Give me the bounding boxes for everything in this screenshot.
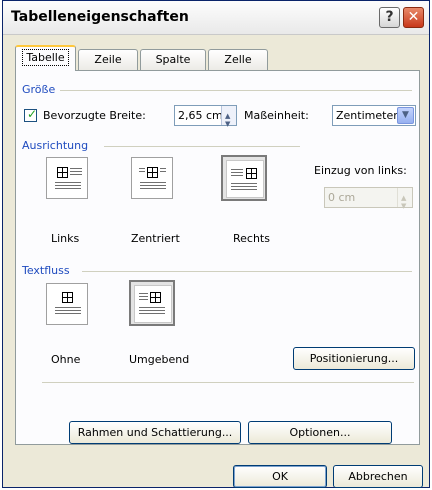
indent-input[interactable]: 0 cm ▲ ▼ bbox=[324, 187, 413, 210]
option-selected-frame bbox=[134, 285, 172, 323]
align-right-option[interactable] bbox=[221, 155, 267, 201]
text-line bbox=[231, 175, 243, 176]
text-line bbox=[55, 310, 81, 311]
table-icon bbox=[147, 167, 158, 178]
text-line bbox=[70, 174, 82, 175]
text-line bbox=[139, 171, 145, 172]
section-text-wrapping-label: Textfluss bbox=[22, 264, 70, 277]
preferred-width-input[interactable]: 2,65 cm ▲ ▼ bbox=[174, 105, 237, 128]
unit-value: Zentimeter bbox=[336, 109, 398, 122]
text-line bbox=[139, 296, 148, 297]
text-line bbox=[231, 183, 257, 184]
tab-label: Spalte bbox=[155, 53, 191, 66]
section-divider bbox=[104, 146, 300, 147]
tab-spalte[interactable]: Spalte bbox=[140, 49, 206, 70]
wrap-around-option[interactable] bbox=[129, 280, 175, 326]
text-line bbox=[139, 313, 165, 314]
text-line bbox=[231, 189, 257, 190]
align-left-option[interactable] bbox=[46, 157, 88, 199]
spin-down-icon: ▼ bbox=[401, 202, 407, 210]
text-line bbox=[70, 168, 82, 169]
text-line bbox=[139, 293, 148, 294]
text-line bbox=[231, 169, 243, 170]
spin-down-icon: ▼ bbox=[225, 120, 231, 128]
tab-label: Zelle bbox=[224, 53, 252, 66]
text-line bbox=[160, 168, 166, 169]
help-button[interactable]: ? bbox=[379, 7, 400, 28]
preferred-width-value: 2,65 cm bbox=[178, 109, 223, 122]
borders-shading-button[interactable]: Rahmen und Schattierung... bbox=[69, 421, 241, 444]
positioning-button[interactable]: Positionierung... bbox=[293, 347, 415, 370]
table-icon bbox=[57, 167, 68, 178]
text-line bbox=[139, 299, 148, 300]
text-line bbox=[70, 171, 82, 172]
dialog-window: Tabelleneigenschaften ? ✕ Tabelle Zeile … bbox=[2, 0, 430, 488]
text-line bbox=[55, 182, 81, 183]
preferred-width-checkbox[interactable]: ✓ bbox=[24, 107, 38, 122]
unit-label: Maßeinheit: bbox=[244, 109, 309, 122]
align-right-label: Rechts bbox=[233, 232, 270, 245]
window-title: Tabelleneigenschaften bbox=[11, 9, 189, 25]
option-selected-frame bbox=[226, 160, 264, 198]
width-spinner[interactable]: ▲ ▼ bbox=[221, 106, 236, 128]
table-icon bbox=[150, 292, 161, 303]
wrap-none-label: Ohne bbox=[51, 353, 81, 366]
section-divider bbox=[60, 90, 412, 91]
section-alignment-label: Ausrichtung bbox=[22, 139, 89, 152]
text-line bbox=[139, 310, 165, 311]
table-icon bbox=[62, 292, 73, 303]
text-line bbox=[55, 188, 81, 189]
text-line bbox=[140, 185, 166, 186]
text-line bbox=[55, 307, 81, 308]
text-line bbox=[231, 172, 243, 173]
title-bar[interactable]: Tabelleneigenschaften ? ✕ bbox=[3, 1, 429, 35]
section-divider bbox=[82, 271, 412, 272]
cancel-button[interactable]: Abbrechen bbox=[333, 465, 423, 488]
text-line bbox=[139, 168, 145, 169]
divider bbox=[42, 382, 414, 383]
chevron-down-icon[interactable]: ▼ bbox=[397, 107, 414, 124]
indent-value: 0 cm bbox=[328, 191, 356, 204]
options-button[interactable]: Optionen... bbox=[248, 421, 392, 444]
align-left-label: Links bbox=[51, 232, 80, 245]
tab-label: Tabelle bbox=[22, 49, 69, 66]
text-line bbox=[55, 185, 81, 186]
wrap-none-option[interactable] bbox=[46, 283, 88, 325]
text-line bbox=[140, 188, 166, 189]
indent-spinner[interactable]: ▲ ▼ bbox=[397, 188, 412, 210]
preferred-width-label: Bevorzugte Breite: bbox=[43, 109, 146, 122]
tab-panel: Größe ✓ Bevorzugte Breite: 2,65 cm ▲ ▼ Ma… bbox=[15, 70, 420, 445]
text-line bbox=[139, 307, 165, 308]
section-size-label: Größe bbox=[22, 83, 56, 96]
align-center-option[interactable] bbox=[131, 157, 173, 199]
ok-button[interactable]: OK bbox=[233, 465, 327, 488]
close-button[interactable]: ✕ bbox=[403, 7, 424, 28]
table-icon bbox=[246, 168, 257, 179]
unit-dropdown[interactable]: Zentimeter ▼ bbox=[332, 105, 416, 126]
align-center-label: Zentriert bbox=[131, 232, 180, 245]
wrap-around-label: Umgebend bbox=[129, 353, 190, 366]
text-line bbox=[160, 171, 166, 172]
text-line bbox=[140, 182, 166, 183]
check-mark-icon: ✓ bbox=[27, 107, 38, 121]
tab-tabelle[interactable]: Tabelle bbox=[15, 45, 76, 71]
tab-zeile[interactable]: Zeile bbox=[78, 49, 138, 70]
tab-label: Zeile bbox=[94, 53, 122, 66]
tab-zelle[interactable]: Zelle bbox=[208, 49, 268, 70]
indent-label: Einzug von links: bbox=[314, 164, 407, 177]
text-line bbox=[231, 186, 257, 187]
text-line bbox=[55, 313, 81, 314]
